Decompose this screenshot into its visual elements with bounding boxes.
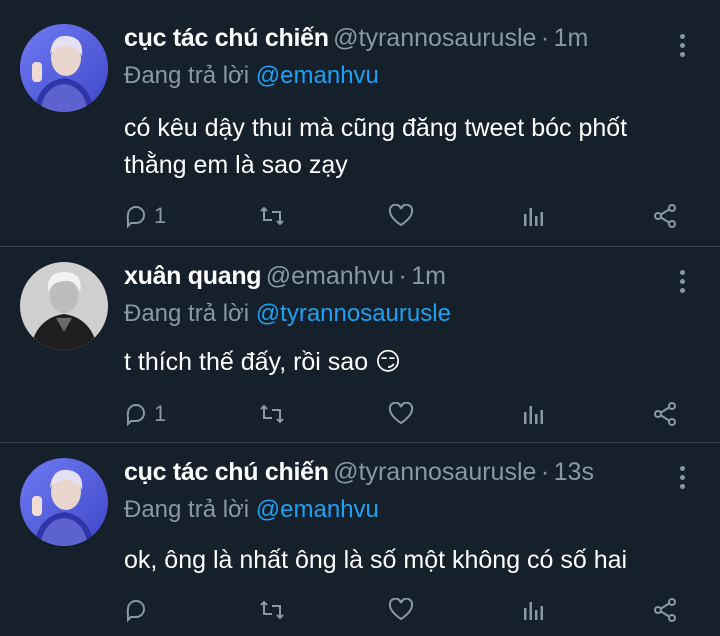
divider [0, 246, 720, 247]
replying-to-label: Đang trả lời [124, 496, 250, 523]
like-button[interactable] [388, 200, 414, 232]
tweet-text-line: có kêu dậy thui mà cũng đăng tweet bóc p… [124, 114, 628, 142]
tweet[interactable]: xuân quang @emanhvu · 1m Đang trả lời @t… [0, 262, 720, 432]
tweet-header: xuân quang @emanhvu · 1m [124, 262, 446, 298]
retweet-icon [260, 404, 284, 424]
mention-link[interactable]: @emanhvu [256, 62, 379, 89]
replying-to: Đang trả lời @emanhvu [124, 496, 379, 524]
mention-link[interactable]: @emanhvu [256, 496, 379, 523]
analytics-icon [524, 602, 543, 620]
tweet-text: ok, ông là nhất ông là số một không có s… [124, 542, 684, 579]
timestamp[interactable]: 1m [554, 24, 589, 52]
display-name[interactable]: cục tác chú chiến [124, 24, 329, 52]
tweet[interactable]: cục tác chú chiến @tyrannosaurusle · 13s… [0, 458, 720, 628]
tweet-text: có kêu dậy thui mà cũng đăng tweet bóc p… [124, 110, 684, 184]
retweet-button[interactable] [259, 398, 285, 430]
tweet-header: cục tác chú chiến @tyrannosaurusle · 1m [124, 24, 588, 60]
reply-icon [126, 599, 145, 622]
share-icon [654, 204, 676, 228]
heart-icon [388, 204, 414, 227]
tweet-header: cục tác chú chiến @tyrannosaurusle · 13s [124, 458, 594, 494]
share-icon [654, 598, 676, 622]
reply-button[interactable] [124, 594, 154, 626]
avatar[interactable] [20, 24, 108, 112]
share-button[interactable] [652, 200, 678, 232]
analytics-icon [524, 208, 543, 226]
user-handle[interactable]: @tyrannosaurusle [333, 24, 536, 52]
reply-button[interactable]: 1 [124, 200, 166, 232]
avatar[interactable] [20, 458, 108, 546]
reply-icon [126, 403, 145, 426]
separator-dot: · [540, 458, 550, 486]
tweet-actions [124, 594, 684, 626]
more-options-icon[interactable] [672, 270, 692, 296]
user-handle[interactable]: @tyrannosaurusle [333, 458, 536, 486]
replying-to: Đang trả lời @emanhvu [124, 62, 379, 90]
analytics-icon [524, 406, 543, 424]
tweet-actions: 1 [124, 398, 684, 430]
tweet-text-line: t thích thế đấy, rồi sao 😏 [124, 348, 402, 376]
tweet-text: t thích thế đấy, rồi sao 😏 [124, 344, 684, 381]
retweet-button[interactable] [259, 200, 285, 232]
timestamp[interactable]: 13s [554, 458, 594, 486]
reply-count: 1 [154, 401, 167, 426]
user-handle[interactable]: @emanhvu [266, 262, 394, 290]
reply-button[interactable]: 1 [124, 398, 166, 430]
retweet-button[interactable] [259, 594, 285, 626]
analytics-button[interactable] [521, 200, 545, 232]
tweet-text-line: thằng em là sao zạy [124, 151, 348, 179]
divider [0, 442, 720, 443]
share-button[interactable] [652, 398, 678, 430]
replying-to-label: Đang trả lời [124, 62, 250, 89]
tweet[interactable]: cục tác chú chiến @tyrannosaurusle · 1m … [0, 24, 720, 234]
more-options-icon[interactable] [672, 34, 692, 60]
reply-count: 1 [154, 203, 167, 228]
analytics-button[interactable] [521, 398, 545, 430]
retweet-icon [260, 206, 284, 226]
timestamp[interactable]: 1m [411, 262, 446, 290]
retweet-icon [260, 600, 284, 620]
avatar[interactable] [20, 262, 108, 350]
separator-dot: · [540, 24, 550, 52]
like-button[interactable] [388, 398, 414, 430]
tweet-actions: 1 [124, 200, 684, 232]
mention-link[interactable]: @tyrannosaurusle [256, 300, 451, 327]
reply-icon [126, 205, 145, 228]
display-name[interactable]: xuân quang [124, 262, 262, 290]
replying-to: Đang trả lời @tyrannosaurusle [124, 300, 451, 328]
analytics-button[interactable] [521, 594, 545, 626]
display-name[interactable]: cục tác chú chiến [124, 458, 329, 486]
replying-to-label: Đang trả lời [124, 300, 250, 327]
heart-icon [388, 598, 414, 621]
more-options-icon[interactable] [672, 466, 692, 492]
separator-dot: · [398, 262, 407, 290]
like-button[interactable] [388, 594, 414, 626]
tweet-text-line: ok, ông là nhất ông là số một không có s… [124, 546, 628, 574]
share-button[interactable] [652, 594, 678, 626]
share-icon [654, 402, 676, 426]
heart-icon [388, 402, 414, 425]
